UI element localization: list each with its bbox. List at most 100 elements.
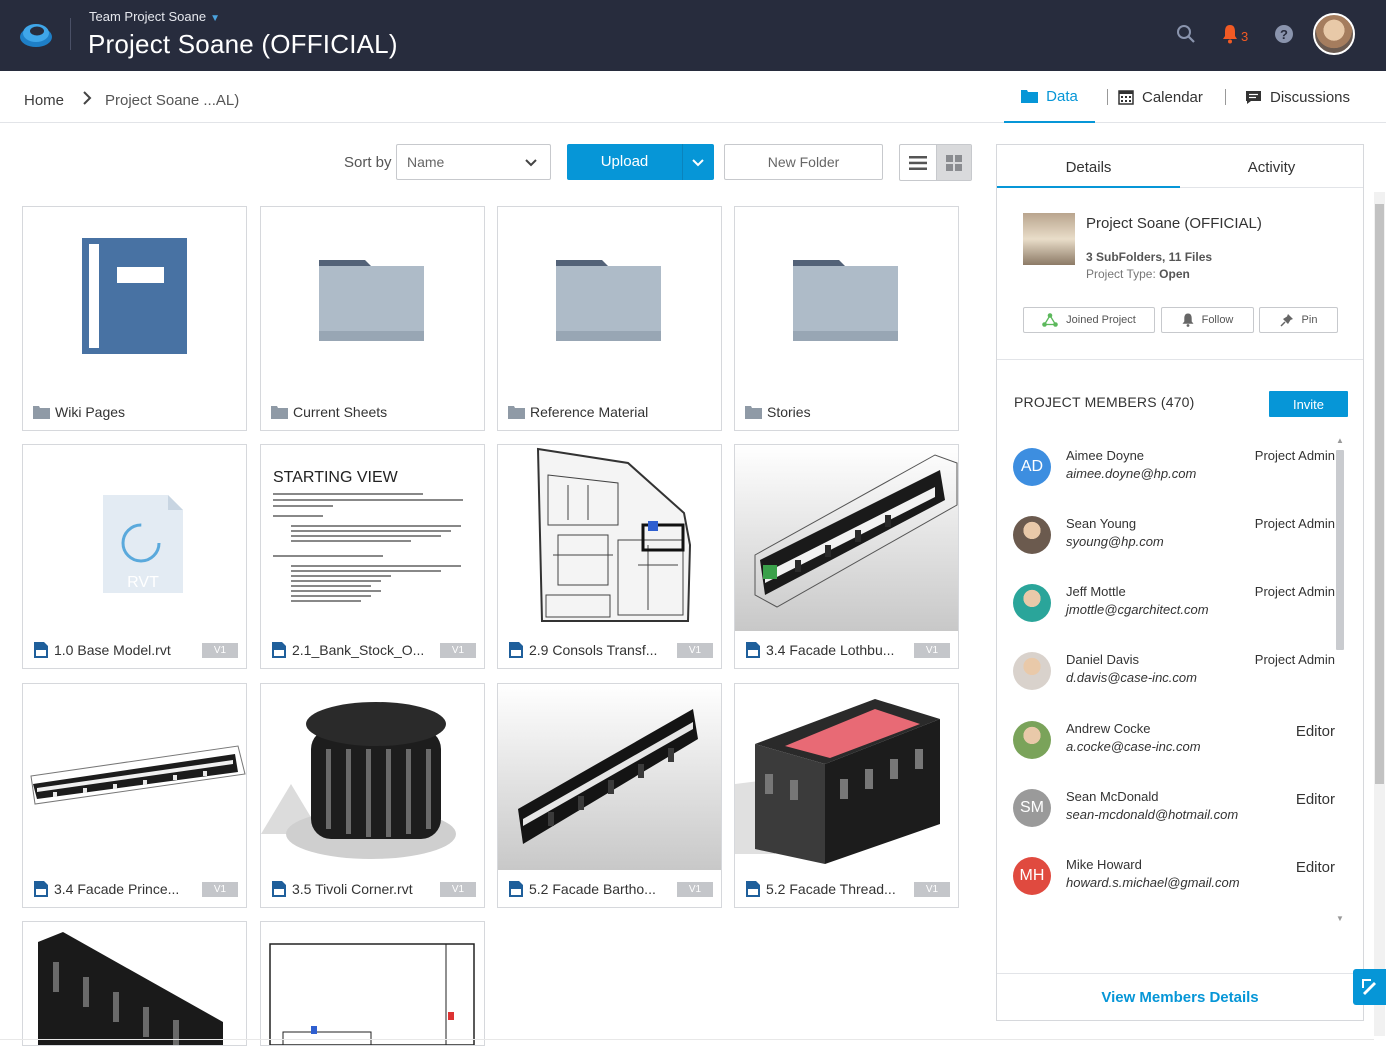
invite-button[interactable]: Invite: [1269, 391, 1348, 417]
list-icon: [908, 155, 927, 170]
sort-value: Name: [407, 154, 445, 170]
member-row[interactable]: Andrew Cocke a.cocke@case-inc.com Editor: [1013, 715, 1335, 771]
search-icon[interactable]: [1176, 24, 1196, 44]
tab-discussions-label: Discussions: [1270, 88, 1351, 106]
member-avatar: SM: [1013, 789, 1051, 827]
file-card-partial-drawing[interactable]: [260, 921, 485, 1046]
member-role[interactable]: Editor: [1296, 859, 1335, 876]
file-thumbnail: [498, 445, 721, 631]
members-scrollbar[interactable]: ▲ ▼: [1334, 436, 1346, 926]
project-meta: 3 SubFolders, 11 Files Project Type: Ope…: [1086, 249, 1212, 283]
members-title: PROJECT MEMBERS (470): [1014, 394, 1195, 410]
facade-model-preview: [30, 745, 246, 805]
notification-count: 3: [1241, 29, 1249, 44]
file-360-icon: [509, 881, 523, 897]
file-card-facade-thread[interactable]: 5.2 Facade Thread... V1: [734, 683, 959, 908]
breadcrumb-bar: Home Project Soane ...AL) Data Calendar …: [0, 71, 1386, 123]
app-logo-icon[interactable]: [18, 18, 54, 50]
team-name: Team Project Soane: [89, 9, 207, 24]
member-avatar: MH: [1013, 857, 1051, 895]
rvt-label: RVT: [127, 574, 159, 591]
item-name: 3.4 Facade Prince...: [54, 881, 180, 897]
folder-card-wiki-pages[interactable]: Wiki Pages: [22, 206, 247, 431]
folder-card-stories[interactable]: Stories: [734, 206, 959, 431]
member-role[interactable]: Editor: [1296, 791, 1335, 808]
item-name: 5.2 Facade Bartho...: [529, 881, 656, 897]
file-card-tivoli-corner[interactable]: 3.5 Tivoli Corner.rvt V1: [260, 683, 485, 908]
member-role[interactable]: Project Admin: [1255, 584, 1335, 599]
tab-details[interactable]: Details: [997, 145, 1180, 188]
tab-discussions[interactable]: Discussions: [1245, 71, 1350, 123]
chevron-down-icon: ▼: [210, 13, 220, 24]
page-scrollbar[interactable]: [1374, 192, 1385, 1036]
sort-select[interactable]: Name: [396, 144, 551, 180]
item-name: 1.0 Base Model.rvt: [54, 642, 171, 658]
member-role[interactable]: Project Admin: [1255, 448, 1335, 463]
follow-button[interactable]: Follow: [1161, 307, 1254, 333]
scroll-down-icon[interactable]: ▼: [1336, 914, 1344, 923]
project-thumbnail: [1023, 213, 1075, 265]
member-email: jmottle@cgarchitect.com: [1066, 602, 1209, 617]
file-card-facade-bartho[interactable]: 5.2 Facade Bartho... V1: [497, 683, 722, 908]
view-members-details-link[interactable]: View Members Details: [997, 989, 1363, 1006]
new-folder-button[interactable]: New Folder: [724, 144, 883, 180]
member-row[interactable]: AD Aimee Doyne aimee.doyne@hp.com Project A…: [1013, 442, 1335, 498]
file-card-facade-lothbury[interactable]: 3.4 Facade Lothbu... V1: [734, 444, 959, 669]
grid-icon: [945, 154, 962, 171]
upload-button[interactable]: Upload: [567, 144, 714, 180]
facade-model-preview: [38, 932, 223, 1045]
folder-card-current-sheets[interactable]: Current Sheets: [260, 206, 485, 431]
breadcrumb-home[interactable]: Home: [24, 92, 64, 109]
item-name-row: 2.1_Bank_Stock_O... V1: [271, 641, 476, 659]
bell-icon[interactable]: [1222, 24, 1238, 44]
breadcrumb-current[interactable]: Project Soane ...AL): [105, 92, 239, 109]
file-card-facade-prince[interactable]: 3.4 Facade Prince... V1: [22, 683, 247, 908]
member-avatar: [1013, 721, 1051, 759]
user-avatar[interactable]: [1313, 13, 1355, 55]
member-role[interactable]: Project Admin: [1255, 516, 1335, 531]
member-row[interactable]: SM Sean McDonald sean-mcdonald@hotmail.com…: [1013, 783, 1335, 839]
tab-data[interactable]: Data: [1004, 71, 1095, 123]
file-card-base-model[interactable]: RVT 1.0 Base Model.rvt V1: [22, 444, 247, 669]
feedback-button[interactable]: [1353, 969, 1386, 1005]
scroll-up-icon[interactable]: ▲: [1336, 436, 1344, 445]
file-card-bank-stock[interactable]: STARTING VIEW 2.1_Bank_Stock_O... V1: [260, 444, 485, 669]
chevron-down-icon[interactable]: [691, 153, 705, 171]
panel-footer-divider: [997, 973, 1363, 974]
pin-button[interactable]: Pin: [1259, 307, 1338, 333]
member-row[interactable]: Jeff Mottle jmottle@cgarchitect.com Projec…: [1013, 578, 1335, 634]
tab-activity[interactable]: Activity: [1180, 145, 1363, 188]
member-row[interactable]: MH Mike Howard howard.s.michael@gmail.com E…: [1013, 851, 1335, 907]
version-badge: V1: [440, 642, 476, 658]
member-role[interactable]: Project Admin: [1255, 652, 1335, 667]
member-row[interactable]: Sean Young syoung@hp.com Project Admin: [1013, 510, 1335, 566]
member-row[interactable]: Daniel Davis d.davis@case-inc.com Project …: [1013, 646, 1335, 702]
joined-project-button[interactable]: Joined Project: [1023, 307, 1155, 333]
member-name: Sean McDonald: [1066, 789, 1159, 804]
project-name: Project Soane (OFFICIAL): [1086, 215, 1262, 232]
help-icon[interactable]: ?: [1274, 24, 1294, 44]
logo-separator: [70, 18, 71, 50]
item-name: Current Sheets: [293, 404, 388, 420]
item-name: 2.9 Consols Transf...: [529, 642, 658, 658]
building-model-preview: [735, 699, 940, 864]
large-folder-icon: [556, 260, 661, 341]
item-name: Stories: [767, 404, 811, 420]
wiki-thumbnail: [23, 207, 246, 393]
member-name: Mike Howard: [1066, 857, 1142, 872]
item-name-row: 1.0 Base Model.rvt V1: [33, 641, 238, 659]
pin-icon: [1280, 313, 1294, 327]
folder-card-reference-material[interactable]: Reference Material: [497, 206, 722, 431]
team-selector[interactable]: Team Project Soane ▼: [89, 9, 220, 24]
scrollbar-thumb[interactable]: [1336, 450, 1344, 650]
folder-icon: [271, 405, 288, 419]
grid-view-button[interactable]: [935, 145, 971, 180]
project-title: Project Soane (OFFICIAL): [88, 29, 398, 59]
item-name: Wiki Pages: [55, 404, 126, 420]
page-scrollbar-thumb[interactable]: [1375, 204, 1384, 784]
list-view-button[interactable]: [900, 145, 936, 180]
file-card-partial[interactable]: [22, 921, 247, 1046]
file-card-consols[interactable]: 2.9 Consols Transf... V1: [497, 444, 722, 669]
tab-calendar[interactable]: Calendar: [1118, 71, 1203, 123]
member-role[interactable]: Editor: [1296, 723, 1335, 740]
